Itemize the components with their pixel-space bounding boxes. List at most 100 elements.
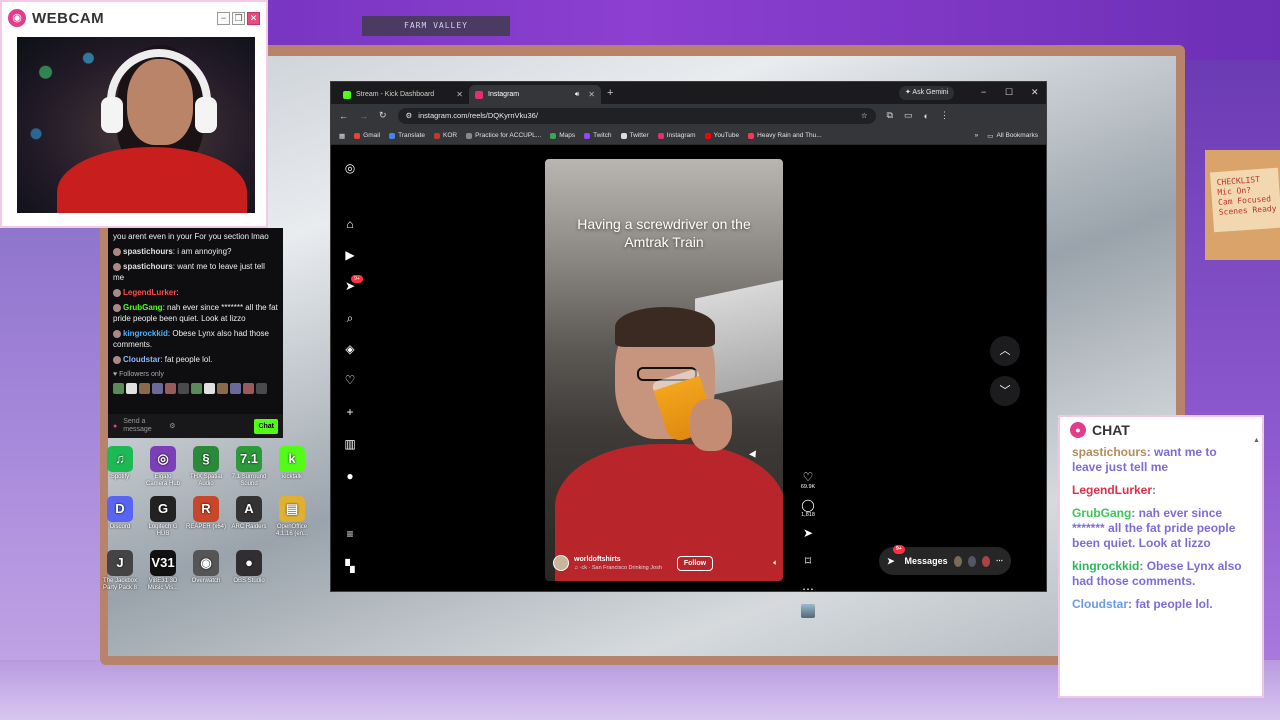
minimize-icon[interactable]: − [981, 87, 986, 97]
emote-icon[interactable] [243, 383, 254, 394]
desktop-icon-discord[interactable]: D Discord [100, 496, 140, 531]
profile-avatar[interactable]: ● [343, 469, 357, 483]
explore-icon[interactable]: ◈ [343, 342, 357, 356]
bookmark-translate[interactable]: Translate [389, 132, 425, 139]
more-options-icon[interactable]: ⋯ [797, 582, 819, 596]
back-icon[interactable]: ← [339, 111, 348, 121]
reel-video[interactable]: Having a screwdriver on the Amtrak Train… [545, 159, 783, 581]
desktop-icon-thx-spatial-audio[interactable]: § THX Spatial Audio [186, 446, 226, 488]
close-icon[interactable]: ✕ [247, 11, 260, 25]
chat-username[interactable]: Cloudstar [123, 355, 160, 364]
desktop-icon-logitech-g-hub[interactable]: G Logitech G HUB [143, 496, 183, 538]
audio-thumbnail[interactable] [801, 604, 815, 618]
bookmark-practice-for-accupl[interactable]: Practice for ACCUPL... [466, 132, 541, 139]
site-info-icon[interactable]: ⚙ [406, 111, 413, 120]
chat-username[interactable]: kingrockkid [123, 329, 168, 338]
chat-username[interactable]: spastichours [123, 247, 173, 256]
ask-gemini-button[interactable]: ✦ Ask Gemini [899, 86, 955, 100]
tab-instagram[interactable]: Instagram 🔊︎ ✕ [469, 85, 601, 104]
more-menu-icon[interactable]: ≡ [343, 527, 357, 541]
save-bookmark-icon[interactable]: ⌑ [797, 554, 819, 568]
bookmark-maps[interactable]: Maps [550, 132, 575, 139]
desktop-icon-kicktalk[interactable]: k kicktalk [272, 446, 312, 481]
reload-icon[interactable]: ↻ [379, 110, 387, 121]
settings-icon[interactable]: ⚙ [169, 422, 175, 430]
comment-icon[interactable]: ◯ [797, 498, 819, 512]
desktop-icon-reaper-x64[interactable]: R REAPER (x64) [186, 496, 226, 531]
instagram-logo-icon[interactable]: ◎ [343, 161, 357, 175]
emote-icon[interactable] [230, 383, 241, 394]
desktop-icon-spotify[interactable]: ♫ Spotify [100, 446, 140, 481]
forward-icon[interactable]: → [359, 111, 368, 121]
extensions-icon[interactable]: ⧉ [887, 110, 893, 121]
search-icon[interactable]: ⌕ [343, 311, 357, 325]
notifications-heart-icon[interactable]: ♡ [343, 373, 357, 387]
cast-icon[interactable]: ▭ [904, 110, 913, 121]
desktop-icon-obs-studio[interactable]: ● OBS Studio [229, 550, 269, 585]
desktop-icon-overwatch[interactable]: ◉ Overwatch [186, 550, 226, 585]
emote-icon[interactable] [178, 383, 189, 394]
speaker-icon[interactable]: 🔊︎ [575, 91, 579, 99]
like-heart-icon[interactable]: ♡ [797, 470, 819, 484]
emote-icon[interactable] [126, 383, 137, 394]
bookmark-heavy-rain-and-thu[interactable]: Heavy Rain and Thu... [748, 132, 822, 139]
bookmark-twitch[interactable]: Twitch [584, 132, 612, 139]
bookmark-twitter[interactable]: Twitter [620, 132, 649, 139]
bookmark-star-icon[interactable]: ☆ [861, 111, 868, 120]
home-icon[interactable]: ⌂ [343, 217, 357, 231]
bookmark-gmail[interactable]: Gmail [354, 132, 380, 139]
all-bookmarks-folder[interactable]: ▭ All Bookmarks [987, 132, 1038, 140]
menu-kebab-icon[interactable]: ⋮ [940, 110, 949, 121]
close-tab-icon[interactable]: ✕ [588, 90, 595, 99]
emote-icon[interactable]: ● [113, 423, 117, 430]
creator-avatar[interactable] [553, 555, 569, 571]
apps-grid-icon[interactable]: ▦ [339, 132, 345, 140]
close-tab-icon[interactable]: ✕ [456, 90, 463, 99]
desktop-icon-arc-raiders[interactable]: A ARC Raiders [229, 496, 269, 531]
previous-reel-button[interactable]: ︿ [990, 336, 1020, 366]
emote-icon[interactable] [139, 383, 150, 394]
follow-button[interactable]: Follow [676, 555, 714, 571]
bookmark-youtube[interactable]: YouTube [704, 132, 739, 139]
create-plus-icon[interactable]: + [343, 405, 357, 419]
next-reel-button[interactable]: ﹀ [990, 376, 1020, 406]
chat-username[interactable]: LegendLurker [123, 288, 176, 297]
desktop-icon-openoffice-4-1-16-en[interactable]: ▤ OpenOffice 4.1.16 (en... [272, 496, 312, 538]
reels-icon[interactable]: ▶ [343, 248, 357, 262]
desktop-icon-vi8e31-3d-music-vis[interactable]: V31 Vi8E31 3D Music Vis... [143, 550, 183, 592]
emote-icon[interactable] [191, 383, 202, 394]
mute-icon[interactable]: 🔈︎ [773, 558, 778, 568]
minimize-icon[interactable]: − [217, 11, 230, 25]
scroll-up-icon[interactable]: ▲ [1253, 437, 1260, 444]
new-tab-button[interactable]: + [607, 87, 613, 99]
close-window-icon[interactable]: ✕ [1031, 87, 1039, 98]
share-icon[interactable]: ➤ [797, 526, 819, 540]
emote-icon[interactable] [152, 383, 163, 394]
tab-kick-dashboard[interactable]: Stream - Kick Dashboard ✕ [337, 85, 469, 104]
also-from-meta-icon[interactable]: ▚ [343, 559, 357, 573]
chat-text: you arent even in your For you section l… [113, 232, 269, 241]
address-bar[interactable]: ⚙ instagram.com/reels/DQKyrnVku36/ ☆ [397, 107, 876, 124]
emote-icon[interactable] [256, 383, 267, 394]
bookmark-kor[interactable]: KOR [434, 132, 457, 139]
bookmarks-overflow-icon[interactable]: » [975, 132, 979, 139]
chat-username[interactable]: GrubGang [123, 303, 163, 312]
chat-send-button[interactable]: Chat [254, 418, 278, 434]
emote-icon[interactable] [217, 383, 228, 394]
emote-icon[interactable] [204, 383, 215, 394]
emote-icon[interactable] [113, 383, 124, 394]
profile-icon[interactable]: ◐ [924, 111, 929, 121]
chat-input[interactable]: Send a message [123, 418, 163, 434]
reel-audio-label[interactable]: ♫ ·ck · San Francisco Drinking Josh [574, 565, 662, 571]
creator-username[interactable]: worldoftshirts [574, 556, 662, 563]
bookmark-instagram[interactable]: Instagram [657, 132, 696, 139]
chat-username[interactable]: spastichours [123, 262, 173, 271]
desktop-icon-elgato-camera-hub[interactable]: ◎ Elgato Camera Hub [143, 446, 183, 488]
desktop-icon-7-1-surround-sound[interactable]: 7.1 7.1 Surround Sound [229, 446, 269, 488]
maximize-icon[interactable]: ☐ [1005, 87, 1013, 98]
dashboard-icon[interactable]: ▥ [343, 437, 357, 451]
emote-icon[interactable] [165, 383, 176, 394]
messages-button[interactable]: ➤ 9+ Messages ⋯ [879, 545, 1011, 575]
desktop-icon-the-jackbox-party-pack-8[interactable]: J The Jackbox Party Pack 8 [100, 550, 140, 592]
maximize-icon[interactable]: ❐ [232, 11, 245, 25]
